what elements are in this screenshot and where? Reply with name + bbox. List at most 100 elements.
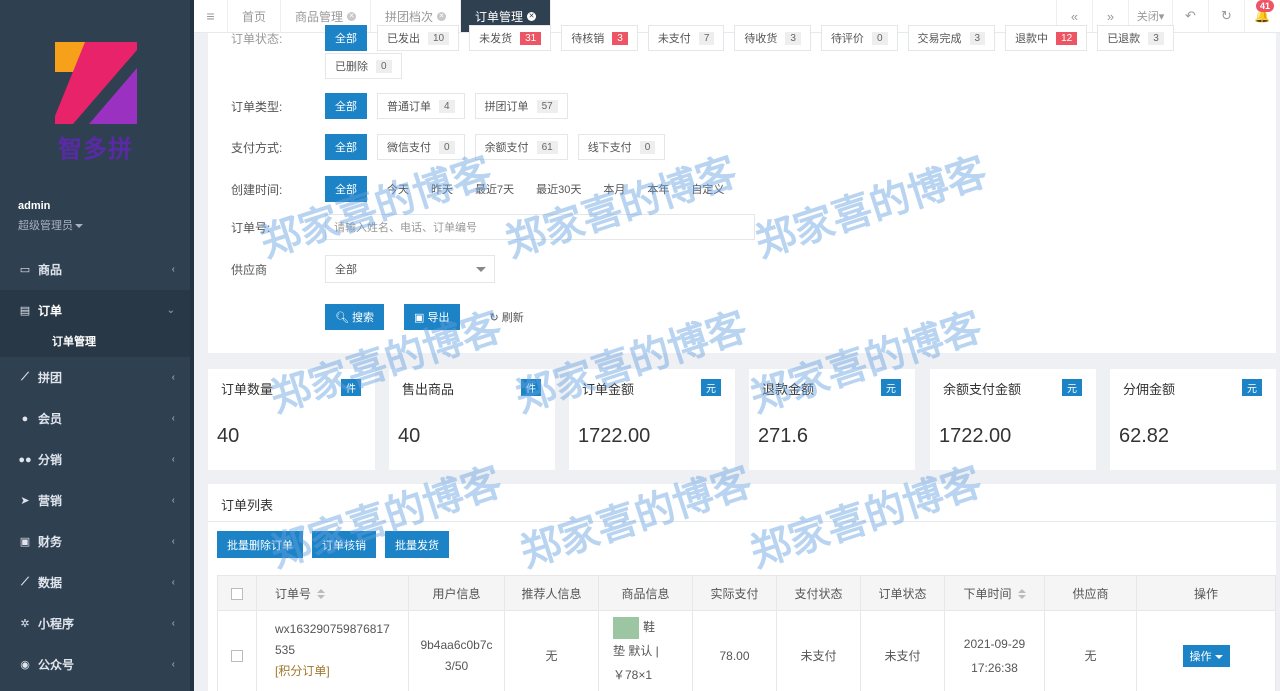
sidebar-item-official-account[interactable]: ◉ 公众号 ‹ (0, 644, 190, 685)
pay-offline-chip[interactable]: 线下支付 0 (577, 134, 666, 160)
supplier-select[interactable]: 全部 (325, 255, 495, 283)
sidebar-item-data[interactable]: ⟋ 数据 ‹ (0, 562, 190, 603)
status-sent-chip[interactable]: 已发出 10 (377, 25, 460, 51)
stat-label: 订单数量 (221, 382, 274, 397)
sort-icon[interactable] (317, 589, 326, 600)
pay-wechat-chip[interactable]: 微信支付 0 (377, 134, 465, 160)
chip-count: 3 (1148, 31, 1164, 45)
caret-down-icon (476, 267, 486, 272)
sort-icon[interactable] (1017, 589, 1026, 600)
user-name[interactable]: admin (18, 200, 50, 212)
status-unpaid-chip[interactable]: 未支付 7 (647, 25, 725, 51)
user-role-dropdown[interactable]: 超级管理员 (18, 217, 83, 233)
button-label: 刷新 (501, 312, 524, 324)
status-to-review-chip[interactable]: 待评价 0 (820, 25, 898, 51)
chevron-left-icon: ‹ (171, 372, 175, 383)
stat-unit-badge: 元 (1062, 379, 1082, 396)
sidebar-item-orders[interactable]: ▤ 订单 ⌄ (0, 290, 190, 331)
sidebar-item-mini-program[interactable]: ✲ 小程序 ‹ (0, 603, 190, 644)
money-icon: ▣ (19, 536, 31, 548)
order-type-label: 订单类型: (231, 99, 283, 114)
stat-order-count: 订单数量 件 40 (208, 369, 375, 470)
product-line2: 垫 默认 | (613, 644, 659, 658)
sidebar-item-finance[interactable]: ▣ 财务 ‹ (0, 521, 190, 562)
select-all-checkbox[interactable] (231, 587, 243, 600)
bell-icon[interactable]: 🔔 41 (1244, 0, 1280, 32)
status-completed-chip[interactable]: 交易完成 3 (907, 25, 996, 51)
stat-value: 62.82 (1119, 425, 1170, 447)
chip-label: 普通订单 (387, 101, 431, 113)
search-button[interactable]: 🔍︎ 搜索 (325, 304, 385, 330)
chip-label: 已发出 (387, 33, 420, 45)
sidebar-item-goods[interactable]: ▭ 商品 ‹ (0, 249, 190, 290)
chip-count: 57 (536, 99, 558, 113)
user-icon: ● (21, 412, 29, 425)
stat-label: 售出商品 (402, 382, 455, 397)
order-status-cell: 未支付 (860, 610, 945, 691)
status-pending-verify-chip[interactable]: 待核销 3 (561, 25, 638, 51)
sidebar-item-label: 订单 (38, 304, 63, 318)
status-unshipped-chip[interactable]: 未发货 31 (469, 25, 552, 51)
status-deleted-chip[interactable]: 已删除 0 (325, 53, 402, 79)
refresh-icon[interactable]: ↻ (1208, 0, 1244, 32)
sidebar-item-members[interactable]: ● 会员 ‹ (0, 398, 190, 439)
refresh-button[interactable]: ↻ 刷新 (479, 304, 534, 330)
refresh-icon: ↻ (489, 311, 499, 324)
stat-unit-badge: 元 (1242, 379, 1262, 396)
sidebar-item-label: 商品 (38, 263, 63, 277)
type-group-chip[interactable]: 拼团订单 57 (474, 93, 568, 119)
close-icon[interactable]: ✕ (437, 11, 447, 21)
sidebar-edge (190, 0, 194, 691)
col-order-time[interactable]: 下单时间 (944, 575, 1045, 611)
close-icon[interactable]: ✕ (527, 11, 537, 21)
time-yesterday-chip[interactable]: 昨天 (421, 176, 463, 202)
sidebar-item-distribution[interactable]: ●● 分销 ‹ (0, 439, 190, 480)
verify-order-button[interactable]: 订单核销 (312, 531, 376, 558)
time-today-chip[interactable]: 今天 (377, 176, 419, 202)
col-order-status: 订单状态 (860, 575, 945, 611)
chevron-left-icon: ‹ (171, 536, 175, 547)
status-all-chip[interactable]: 全部 (325, 25, 367, 51)
time-this-month-chip[interactable]: 本月 (593, 176, 636, 202)
product-thumbnail[interactable] (613, 616, 639, 639)
row-checkbox[interactable] (231, 650, 243, 663)
export-button[interactable]: ▣ 导出 (404, 304, 460, 330)
status-refunded-chip[interactable]: 已退款 3 (1097, 25, 1174, 51)
product-line1: 鞋 (613, 615, 692, 639)
order-time-cell: 2021-09-29 17:26:38 (944, 610, 1045, 691)
sidebar-item-marketing[interactable]: ➤ 营销 ‹ (0, 480, 190, 521)
status-refunding-chip[interactable]: 退款中 12 (1005, 25, 1088, 51)
user-role-label: 超级管理员 (18, 220, 73, 232)
order-search-input[interactable]: 请输入姓名、电话、订单编号 (325, 214, 755, 240)
chip-count: 0 (871, 31, 888, 45)
sidebar-item-label: 拼团 (38, 371, 63, 385)
stat-value: 40 (217, 425, 240, 447)
chip-count: 3 (785, 31, 801, 45)
document-icon: ▤ (19, 305, 31, 317)
time-custom-chip[interactable]: 自定义 (681, 176, 735, 202)
status-to-receive-chip[interactable]: 待收货 3 (734, 25, 811, 51)
batch-delete-button[interactable]: 批量删除订单 (217, 531, 303, 558)
time-30days-chip[interactable]: 最近30天 (526, 176, 592, 202)
pay-balance-chip[interactable]: 余额支付 61 (474, 134, 568, 160)
wechat-icon: ◉ (20, 659, 30, 671)
chip-count: 3 (612, 31, 628, 45)
type-all-chip[interactable]: 全部 (325, 93, 367, 119)
menu-toggle-icon[interactable]: ≡ (194, 0, 228, 32)
search-icon: 🔍︎ (335, 311, 349, 324)
chip-count: 3 (969, 31, 986, 45)
paid-cell: 78.00 (692, 610, 777, 691)
sidebar-item-group-buy[interactable]: ⟋ 拼团 ‹ (0, 357, 190, 398)
close-icon[interactable]: ✕ (347, 11, 357, 21)
batch-ship-button[interactable]: 批量发货 (385, 531, 449, 558)
type-normal-chip[interactable]: 普通订单 4 (377, 93, 465, 119)
time-all-chip[interactable]: 全部 (325, 176, 367, 202)
time-this-year-chip[interactable]: 本年 (637, 176, 680, 202)
time-7days-chip[interactable]: 最近7天 (465, 176, 525, 202)
pay-all-chip[interactable]: 全部 (325, 134, 367, 160)
col-order-no[interactable]: 订单号 (256, 575, 409, 611)
monitor-icon: ▭ (19, 264, 31, 276)
row-actions-button[interactable]: 操作 (1182, 644, 1230, 667)
area-chart-icon: ⟋ (21, 576, 29, 588)
actions-cell: 操作 (1136, 610, 1276, 691)
